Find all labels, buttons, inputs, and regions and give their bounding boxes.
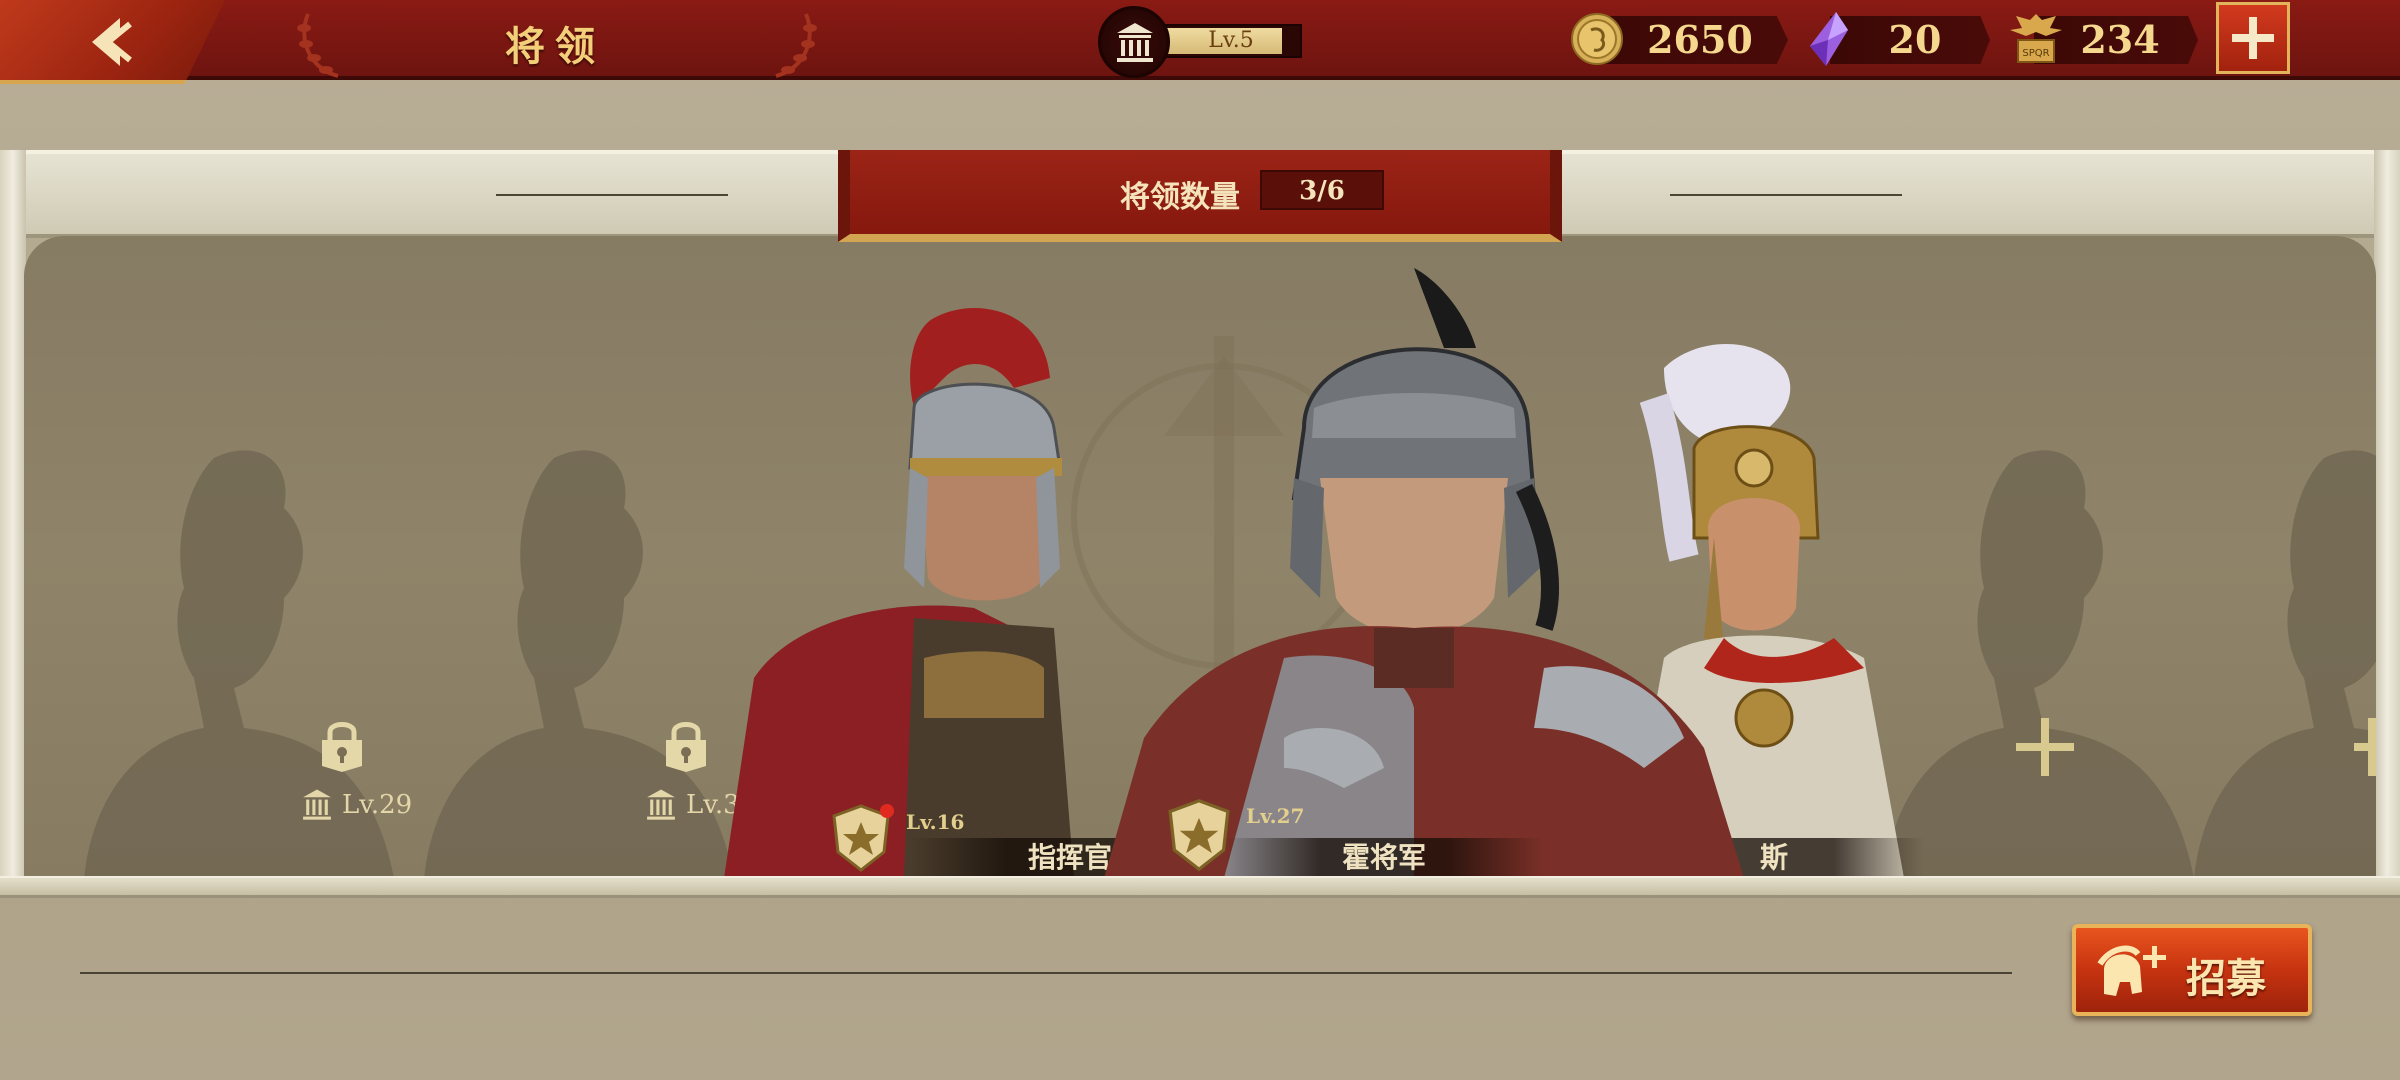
- commander-level-2: Lv.27: [1246, 804, 1305, 828]
- gold-coin-icon: [1571, 13, 1623, 65]
- locked-slot-level-1: Lv.29: [342, 790, 413, 820]
- frame-footer: [0, 876, 2400, 898]
- add-commander-icon-partial[interactable]: [2354, 714, 2376, 780]
- hall-badge[interactable]: [1098, 6, 1170, 78]
- laurel-left-icon: [297, 13, 339, 78]
- commander-portrait-2[interactable]: [1084, 268, 1744, 878]
- back-button[interactable]: [0, 0, 225, 84]
- temple-icon-slot-1: [303, 789, 331, 820]
- gem-value: 20: [1888, 17, 1942, 62]
- hall-level-text: Lv.5: [1208, 28, 1254, 53]
- empty-slot-silhouette-2[interactable]: [2194, 418, 2376, 878]
- lock-icon: [666, 722, 706, 772]
- add-resource-button[interactable]: [2216, 2, 2290, 74]
- add-commander-icon[interactable]: [2012, 714, 2078, 780]
- commander-level-1: Lv.16: [906, 810, 965, 834]
- commander-count-label: 将领数量: [1120, 180, 1240, 215]
- top-bar: 将领 Lv.5 2650 20 SPQR 234: [0, 0, 2400, 84]
- plus-icon: [2232, 17, 2274, 59]
- page-title: 将领: [505, 23, 605, 70]
- spqr-eagle-icon: SPQR: [2010, 14, 2062, 63]
- commander-gallery: Lv.29 Lv.3 斯 Lv.16 指挥官 Lv.27 霍将军: [24, 236, 2376, 878]
- alert-dot: [880, 804, 894, 818]
- temple-icon-slot-2: [647, 789, 675, 820]
- laurel-right-icon: [775, 13, 817, 78]
- recruit-label: 招募: [2186, 955, 2266, 1002]
- temple-icon: [1117, 23, 1153, 62]
- purple-gem-icon: [1810, 12, 1848, 66]
- hall-level-bar[interactable]: Lv.5: [1160, 24, 1302, 58]
- recruit-button[interactable]: 招募: [2072, 924, 2312, 1016]
- deco-line-left: [496, 194, 728, 196]
- legion-value: 234: [2080, 17, 2160, 62]
- spartan-helmet-plus-icon: [2097, 945, 2166, 996]
- lock-icon: [322, 722, 362, 772]
- back-arrow-icon: [92, 18, 132, 66]
- pillar-right: [2374, 150, 2400, 890]
- commander-name-2: 霍将军: [1224, 838, 1544, 878]
- deco-line-right: [1670, 194, 1902, 196]
- pillar-left: [0, 150, 26, 890]
- bottom-divider: [80, 972, 2012, 974]
- coin-value: 2650: [1647, 17, 1753, 62]
- rank-star-shield-icon: [1168, 799, 1230, 872]
- svg-text:SPQR: SPQR: [2022, 48, 2049, 59]
- commander-count-value: 3/6: [1260, 170, 1384, 210]
- commander-count-banner: 将领数量 3/6: [838, 150, 1562, 242]
